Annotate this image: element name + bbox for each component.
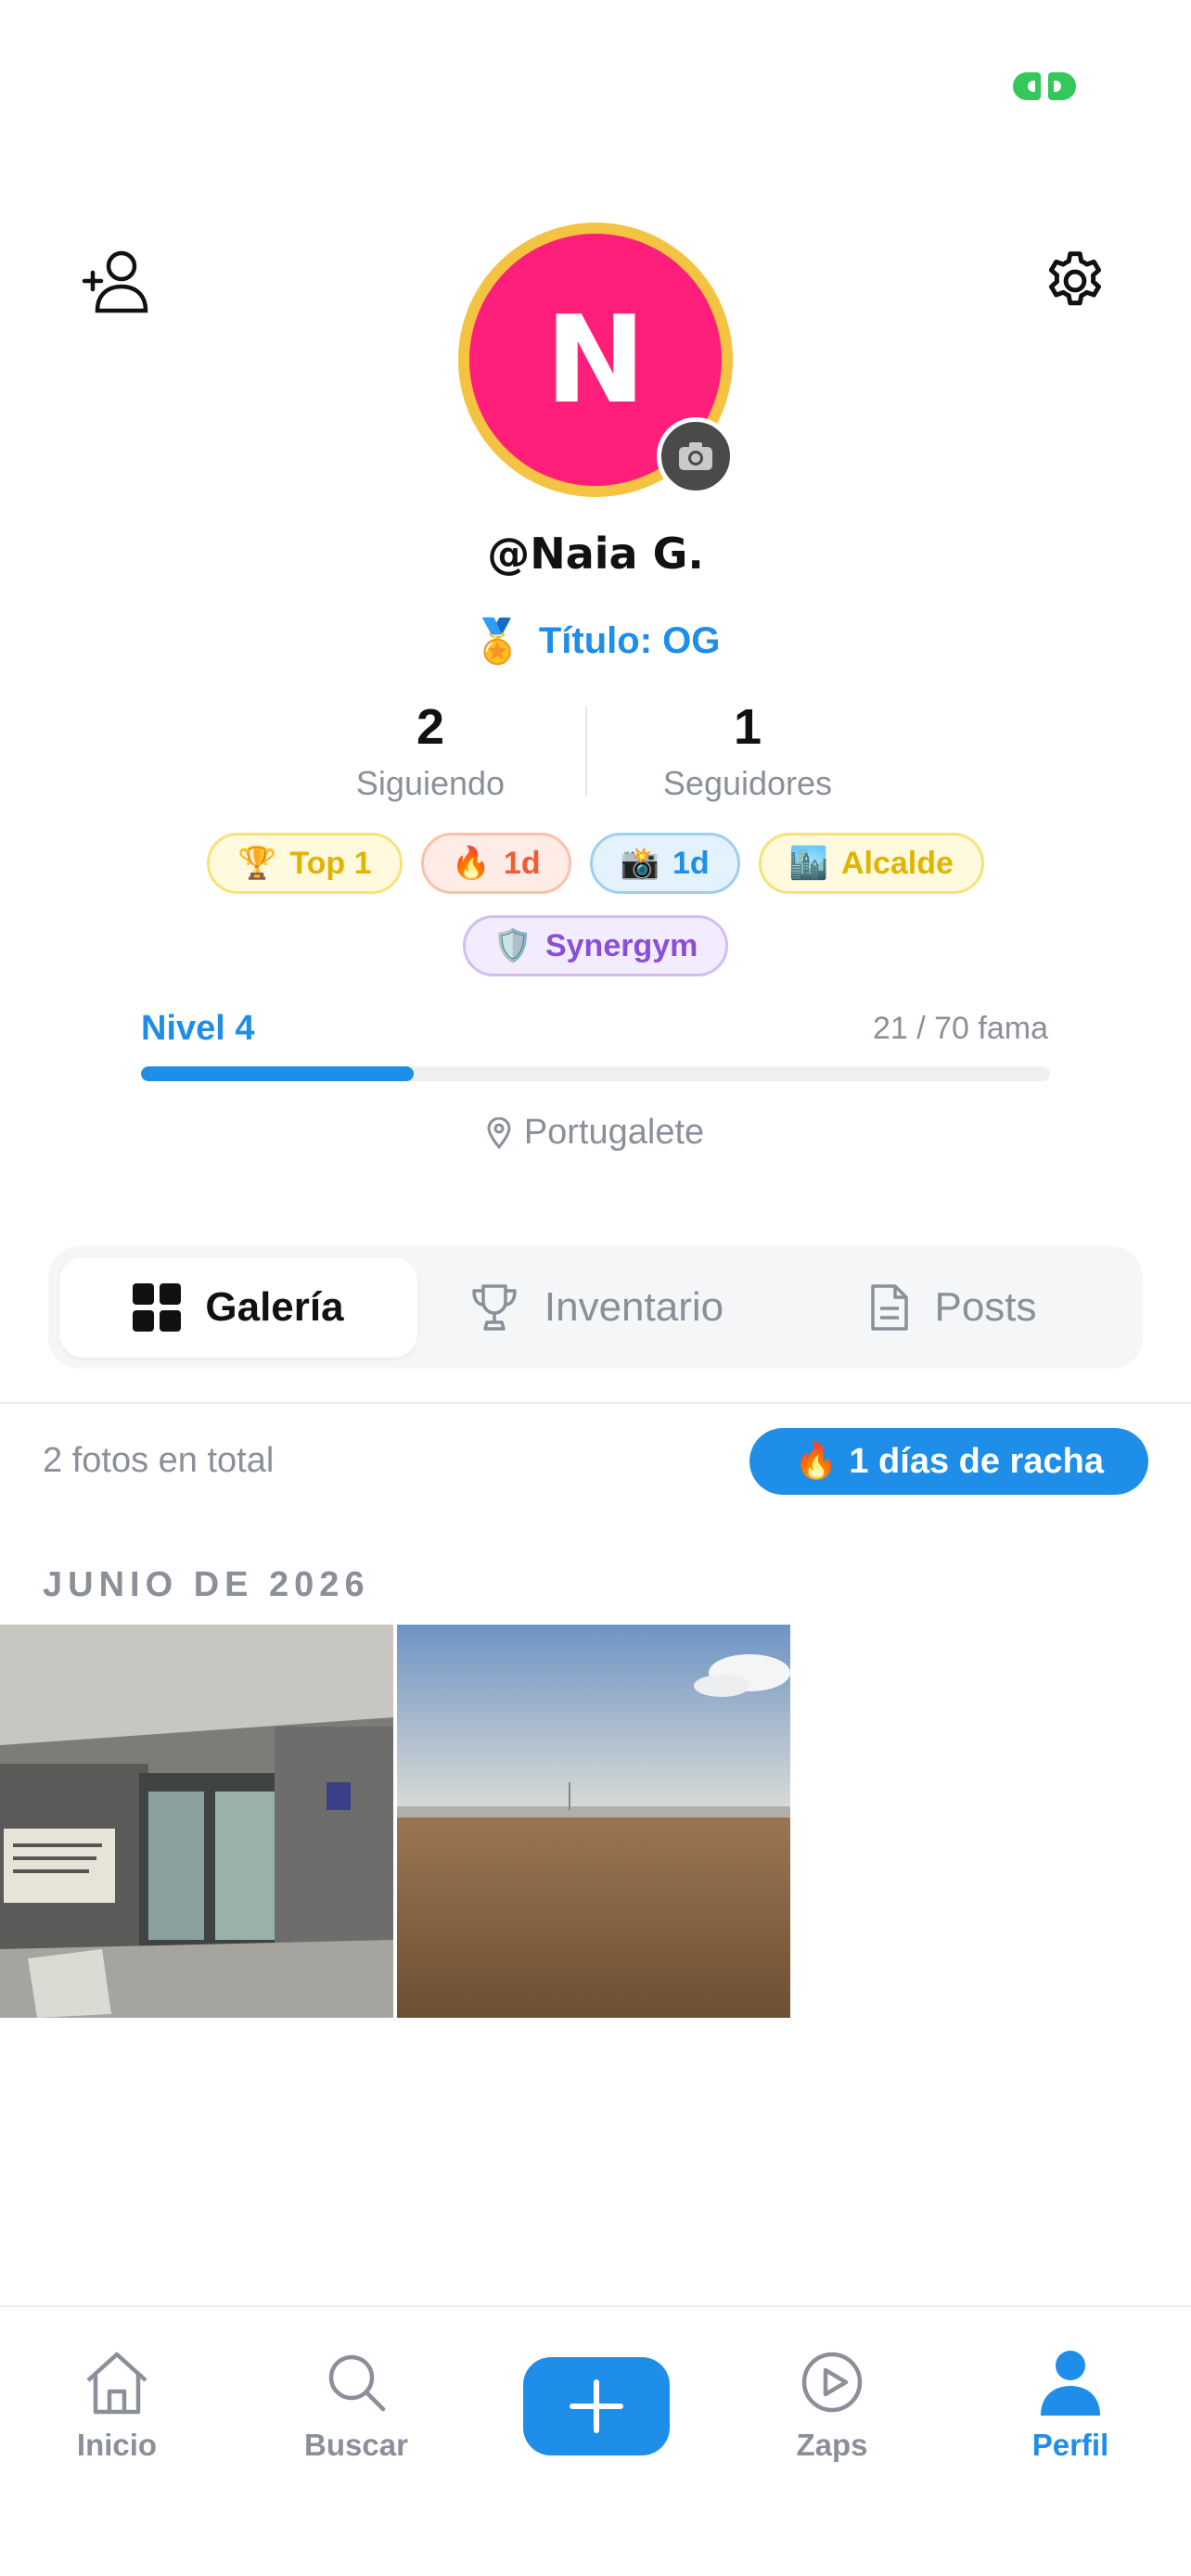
camera-flash-icon: 📸 xyxy=(620,846,660,881)
user-title[interactable]: 🏅 Título: OG xyxy=(0,616,1191,667)
stats-divider xyxy=(585,707,587,796)
nav-label: Buscar xyxy=(304,2428,408,2462)
following-count: 2 xyxy=(416,699,445,755)
gear-icon xyxy=(1048,251,1102,306)
location-pin-icon xyxy=(487,1116,511,1149)
nav-label: Inicio xyxy=(76,2428,158,2462)
month-heading: JUNIO DE 2026 xyxy=(43,1565,370,1604)
followers-count: 1 xyxy=(733,699,762,755)
section-divider xyxy=(0,1402,1191,1404)
tab-label: Galería xyxy=(205,1284,344,1330)
streak-text: 1 días de racha xyxy=(849,1441,1104,1481)
nav-label: Perfil xyxy=(1031,2428,1109,2462)
photo-beach xyxy=(397,1625,790,2018)
grid-icon xyxy=(133,1283,182,1332)
badge-top[interactable]: 🏆 Top 1 xyxy=(207,833,403,894)
nav-search[interactable]: Buscar xyxy=(263,2344,449,2463)
level-label: Nivel 4 xyxy=(141,1009,255,1048)
badge-label: 1d xyxy=(672,845,710,881)
tab-posts[interactable]: Posts xyxy=(775,1257,1132,1358)
trophy-icon xyxy=(472,1284,517,1331)
trophy-icon: 🏆 xyxy=(237,846,277,881)
bottom-navigation: Inicio Buscar Zaps Perfil xyxy=(0,2305,1191,2576)
status-indicator xyxy=(1013,72,1076,100)
photo-total: 2 fotos en total xyxy=(43,1441,275,1480)
gallery-photo[interactable] xyxy=(397,1625,790,2018)
badge-mayor[interactable]: 🏙️ Alcalde xyxy=(758,833,984,894)
username: @Naia G. xyxy=(487,529,704,579)
play-icon xyxy=(801,2352,863,2413)
badge-row: 🛡️ Synergym xyxy=(0,915,1191,976)
fire-icon: 🔥 xyxy=(794,1442,839,1481)
badge-gym[interactable]: 🛡️ Synergym xyxy=(462,915,729,976)
tab-label: Posts xyxy=(934,1284,1037,1330)
nav-zaps[interactable]: Zaps xyxy=(739,2344,925,2463)
person-icon xyxy=(1041,2351,1100,2416)
badge-label: Synergym xyxy=(544,927,698,963)
city-icon: 🏙️ xyxy=(788,846,828,881)
add-person-icon xyxy=(82,250,148,313)
location-text: Portugalete xyxy=(523,1113,705,1152)
badge-label: Top 1 xyxy=(289,845,372,881)
following-label: Siguiendo xyxy=(355,764,506,802)
fire-icon: 🔥 xyxy=(451,846,491,881)
shield-icon: 🛡️ xyxy=(493,928,532,963)
tab-inventory[interactable]: Inventario xyxy=(417,1257,775,1358)
nav-label: Zaps xyxy=(796,2428,868,2462)
settings-button[interactable] xyxy=(1033,239,1117,323)
home-icon xyxy=(86,2352,147,2415)
tab-label: Inventario xyxy=(544,1284,724,1330)
level-progress-bar xyxy=(141,1066,1050,1081)
create-post-button[interactable] xyxy=(523,2357,670,2455)
plus-icon xyxy=(570,2379,623,2433)
photo-station-interior xyxy=(0,1625,393,2018)
badge-photo-streak[interactable]: 📸 1d xyxy=(589,833,740,894)
profile-tabs: Galería Inventario Posts xyxy=(48,1246,1143,1369)
following-stat[interactable]: 2 Siguiendo xyxy=(273,697,588,803)
badge-label: 1d xyxy=(503,845,541,881)
level-progress-fill xyxy=(141,1066,414,1081)
add-friend-button[interactable] xyxy=(74,239,158,323)
followers-stat[interactable]: 1 Seguidores xyxy=(590,697,905,803)
gallery-photo[interactable] xyxy=(0,1625,393,2018)
badge-row: 🏆 Top 1 🔥 1d 📸 1d 🏙️ Alcalde xyxy=(0,833,1191,894)
change-photo-button[interactable] xyxy=(657,417,735,495)
streak-badge[interactable]: 🔥 1 días de racha xyxy=(749,1428,1148,1495)
search-icon xyxy=(328,2354,386,2412)
fame-progress-text: 21 / 70 fama xyxy=(872,1011,1048,1046)
badge-label: Alcalde xyxy=(840,845,954,881)
nav-home[interactable]: Inicio xyxy=(24,2344,210,2463)
tab-gallery[interactable]: Galería xyxy=(59,1257,417,1358)
user-title-text: Título: OG xyxy=(538,620,721,661)
location: Portugalete xyxy=(0,1113,1191,1153)
camera-icon xyxy=(679,442,712,470)
medal-icon: 🏅 xyxy=(470,617,524,665)
badge-fire-streak[interactable]: 🔥 1d xyxy=(420,833,571,894)
nav-profile[interactable]: Perfil xyxy=(978,2344,1163,2463)
followers-label: Seguidores xyxy=(662,764,833,802)
document-icon xyxy=(871,1284,909,1331)
